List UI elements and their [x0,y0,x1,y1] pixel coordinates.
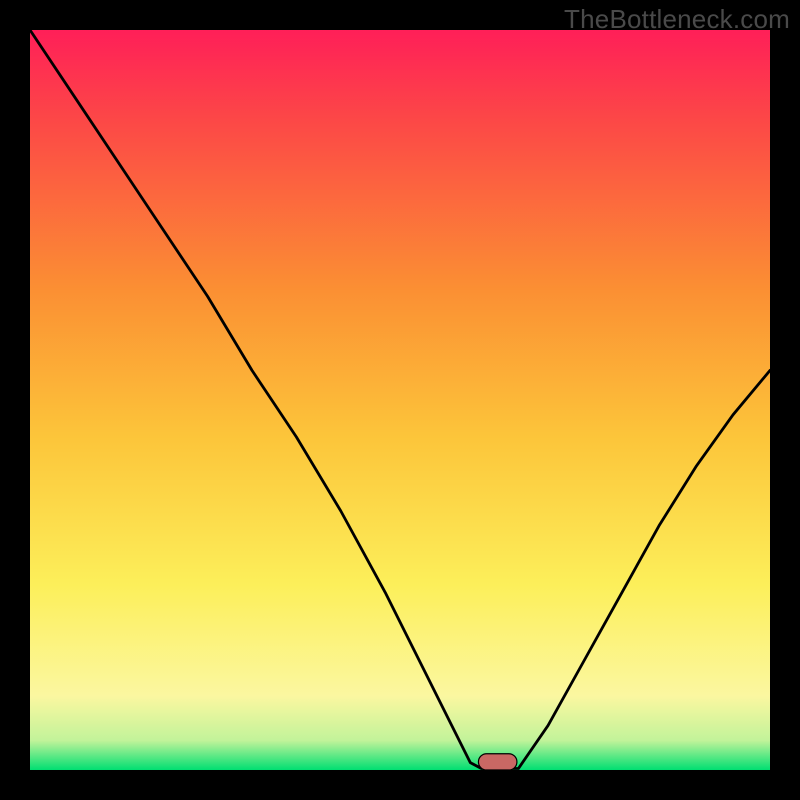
optimal-range-marker [478,754,516,770]
gradient-background [30,30,770,770]
plot-area [30,30,770,770]
chart-svg [30,30,770,770]
chart-frame: TheBottleneck.com [0,0,800,800]
marker-group [478,754,516,770]
